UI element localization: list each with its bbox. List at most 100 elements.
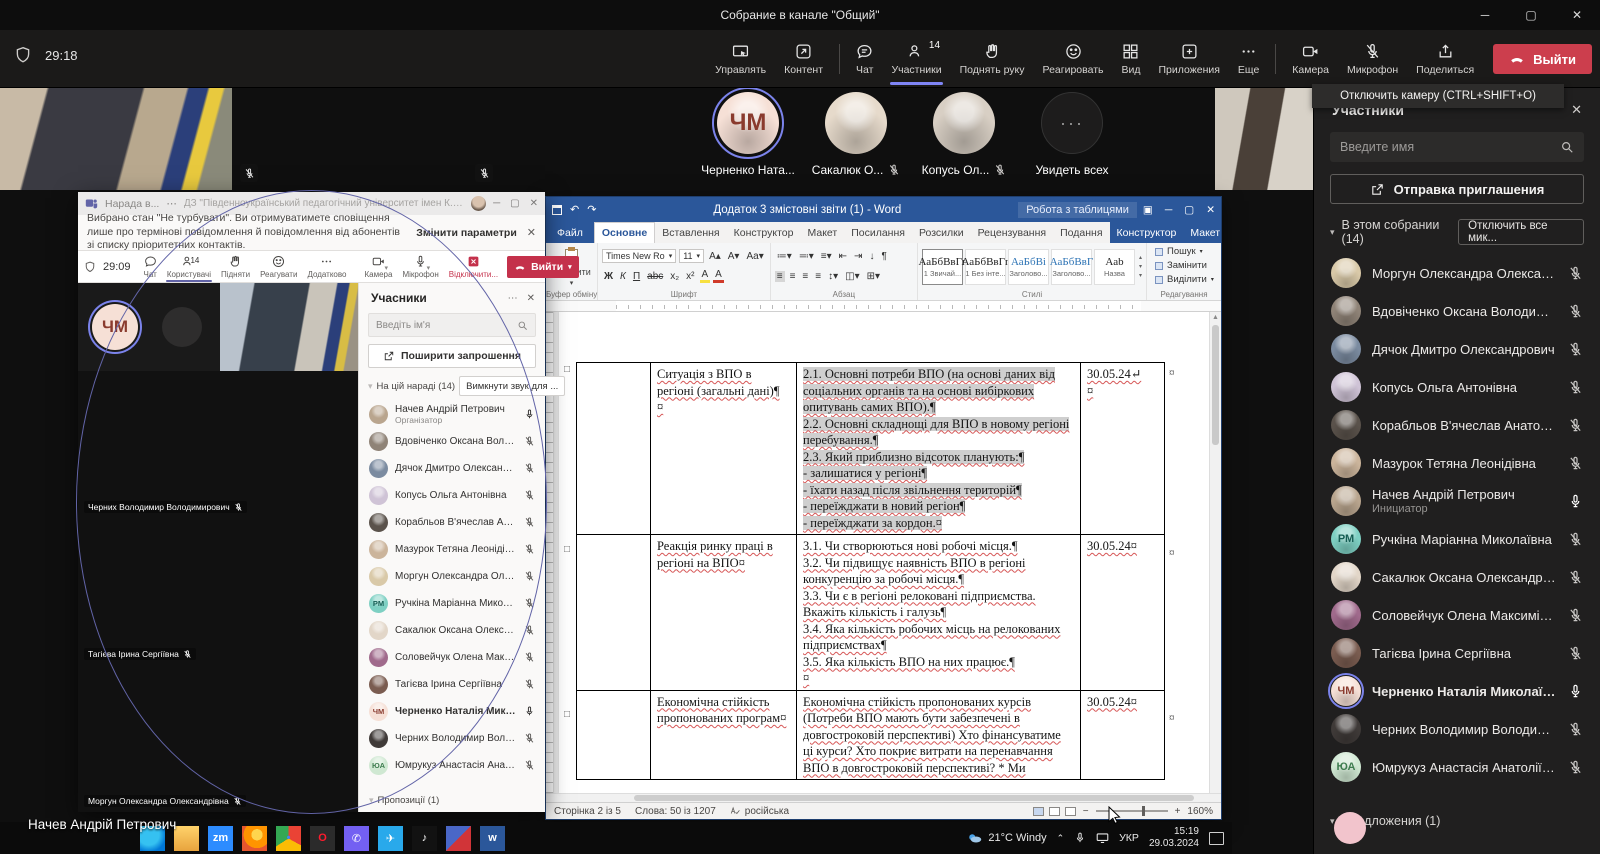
close-button[interactable]: ✕: [1206, 204, 1215, 216]
zoom-out-button[interactable]: −: [1083, 806, 1089, 817]
styles-scroll[interactable]: ▴▾▾: [1139, 254, 1142, 279]
inner-leave-button[interactable]: Вийти▾: [507, 256, 579, 278]
video-tile-top-right[interactable]: [1215, 88, 1313, 190]
mic-button[interactable]: Микрофон: [1338, 30, 1407, 88]
participant-row[interactable]: Копусь Ольга Антонівна: [1314, 368, 1600, 406]
language-indicator[interactable]: УКР: [1119, 832, 1139, 844]
stage-avatar[interactable]: Копусь Ол...: [916, 92, 1012, 177]
participant-row[interactable]: Корабльов В'ячеслав Анатолій...: [1314, 406, 1600, 444]
word-count[interactable]: Слова: 50 із 1207: [635, 806, 716, 817]
font-name-select[interactable]: Times New Ro▾: [602, 249, 676, 263]
shrink-font-button[interactable]: А▾: [726, 251, 742, 262]
participant-search[interactable]: [1330, 132, 1584, 162]
pilcrow-button[interactable]: ¶: [879, 251, 888, 262]
video-tile-top-left[interactable]: [0, 88, 232, 190]
participant-row[interactable]: Моргун Олександра Олександ...: [1314, 254, 1600, 292]
italic-button[interactable]: К: [618, 271, 628, 282]
send-invite-button[interactable]: Отправка приглашения: [1330, 174, 1584, 204]
restore-button[interactable]: ▢: [1184, 204, 1194, 216]
tab-references[interactable]: Посилання: [844, 222, 912, 243]
participant-row[interactable]: РМ Ручкіна Маріанна Миколаївна: [1314, 520, 1600, 558]
suggestions-section[interactable]: ▾Предложения (1): [1314, 804, 1600, 828]
select-button[interactable]: Виділити▾: [1155, 274, 1213, 285]
mic-off-icon[interactable]: [1568, 456, 1583, 471]
page-indicator[interactable]: Сторінка 2 із 5: [554, 806, 621, 817]
tray-mic-icon[interactable]: [1074, 832, 1086, 844]
superscript-button[interactable]: x²: [684, 271, 696, 282]
vertical-scrollbar[interactable]: ▲: [1209, 312, 1221, 793]
mic-off-icon[interactable]: [1568, 266, 1583, 281]
tab-review[interactable]: Рецензування: [971, 222, 1053, 243]
decrease-indent-button[interactable]: ⇤: [837, 251, 849, 262]
close-panel-icon[interactable]: ✕: [527, 293, 535, 304]
horizontal-scrollbar[interactable]: [546, 793, 1221, 802]
taskbar-app-icon[interactable]: •: [276, 826, 301, 851]
minimize-button[interactable]: ─: [1462, 0, 1508, 30]
highlight-color-button[interactable]: А: [700, 269, 711, 283]
tab-view[interactable]: Подання: [1053, 222, 1109, 243]
zoom-level[interactable]: 160%: [1187, 806, 1213, 817]
tab-mailings[interactable]: Розсилки: [912, 222, 971, 243]
stage-avatar[interactable]: Сакалюк О...: [808, 92, 904, 177]
taskbar-app-icon[interactable]: ✈: [378, 826, 403, 851]
multilevel-button[interactable]: ≡▾: [819, 251, 834, 262]
participant-row[interactable]: Мазурок Тетяна Леонідівна: [1314, 444, 1600, 482]
search-input[interactable]: [1340, 140, 1552, 154]
mic-off-icon[interactable]: [524, 652, 535, 663]
cell-text[interactable]: 30.05.24↵ ¤: [1087, 367, 1141, 398]
bullets-button[interactable]: ≔▾: [775, 251, 794, 262]
mic-off-icon[interactable]: [1568, 722, 1583, 737]
participant-row[interactable]: Дячок Дмитро Олександрович: [1314, 330, 1600, 368]
sort-button[interactable]: ↓: [867, 251, 876, 262]
zoom-slider[interactable]: [1096, 810, 1168, 812]
mic-off-icon[interactable]: [1568, 304, 1583, 319]
borders-button[interactable]: ⊞▾: [865, 271, 882, 282]
change-case-button[interactable]: Aa▾: [744, 251, 765, 262]
participant-row[interactable]: Соловейчук Олена Максимівна: [1314, 596, 1600, 634]
cell-text[interactable]: 2.1. Основні потреби ВПО (на основі дани…: [803, 367, 1069, 530]
taskbar-app-icon[interactable]: O: [310, 826, 335, 851]
mic-off-icon[interactable]: [1568, 760, 1583, 775]
shading-button[interactable]: ◫▾: [843, 271, 861, 282]
style-card[interactable]: АаБбВвГ Заголово...: [1051, 249, 1092, 285]
clock[interactable]: 15:1929.03.2024: [1149, 826, 1199, 851]
participant-row[interactable]: Сакалюк Оксана Олександрівна: [1314, 558, 1600, 596]
participant-row[interactable]: ЧМ Черненко Наталія Миколаївна: [1314, 672, 1600, 710]
in-meeting-section[interactable]: ▾В этом собрании (14): [1330, 218, 1458, 246]
react-button[interactable]: Реагировать: [1034, 30, 1113, 88]
tab-layout[interactable]: Макет: [800, 222, 844, 243]
style-card[interactable]: АаБбВвГг 1 Без інте...: [965, 249, 1006, 285]
panel-more-icon[interactable]: ⋯: [508, 293, 518, 304]
participant-row[interactable]: Вдовіченко Оксана Володимир...: [1314, 292, 1600, 330]
subscript-button[interactable]: x₂: [668, 271, 681, 282]
tab-insert[interactable]: Вставлення: [655, 222, 726, 243]
underline-button[interactable]: П: [631, 271, 642, 282]
cell-text[interactable]: Реакція ринку праці в регіоні на ВПО¤: [657, 539, 773, 570]
justify-button[interactable]: ≡: [813, 271, 823, 282]
tray-display-icon[interactable]: [1096, 832, 1109, 844]
replace-button[interactable]: Замінити: [1155, 260, 1213, 271]
camera-button[interactable]: Камера: [1283, 30, 1338, 88]
table-row[interactable]: Реакція ринку праці в регіоні на ВПО¤3.1…: [577, 535, 1165, 691]
ribbon-options-icon[interactable]: ▣: [1143, 204, 1153, 216]
cell-text[interactable]: 30.05.24¤: [1087, 695, 1137, 709]
tab-table-design[interactable]: Конструктор: [1110, 222, 1184, 243]
cell-text[interactable]: Ситуація з ВПО в регіоні (загальні дані)…: [657, 367, 780, 414]
leave-button[interactable]: Выйти: [1493, 44, 1592, 74]
language-indicator[interactable]: російська: [730, 806, 789, 817]
restore-button[interactable]: ▢: [510, 198, 519, 209]
participant-row[interactable]: ЮА Юмрукуз Анастасія Анатоліївна: [1314, 748, 1600, 786]
account-avatar[interactable]: [471, 196, 486, 211]
apps-button[interactable]: Приложения: [1149, 30, 1228, 88]
share-tray-button[interactable]: Поделиться: [1407, 30, 1483, 88]
participant-row[interactable]: ЧМ Черненко Наталія Миколаїв...: [359, 698, 545, 725]
word-titlebar[interactable]: ↶ ↷ Додаток 3 змістовні звіти (1) - Word…: [546, 197, 1221, 222]
strikethrough-button[interactable]: abc: [645, 271, 665, 282]
view-button[interactable]: Вид: [1112, 30, 1149, 88]
bold-button[interactable]: Ж: [602, 271, 615, 282]
close-button[interactable]: ✕: [530, 198, 538, 209]
tray-expand-icon[interactable]: ⌃: [1057, 833, 1065, 844]
restore-button[interactable]: ▢: [1508, 0, 1554, 30]
mic-off-icon[interactable]: [1568, 342, 1583, 357]
mic-off-icon[interactable]: [524, 733, 535, 744]
